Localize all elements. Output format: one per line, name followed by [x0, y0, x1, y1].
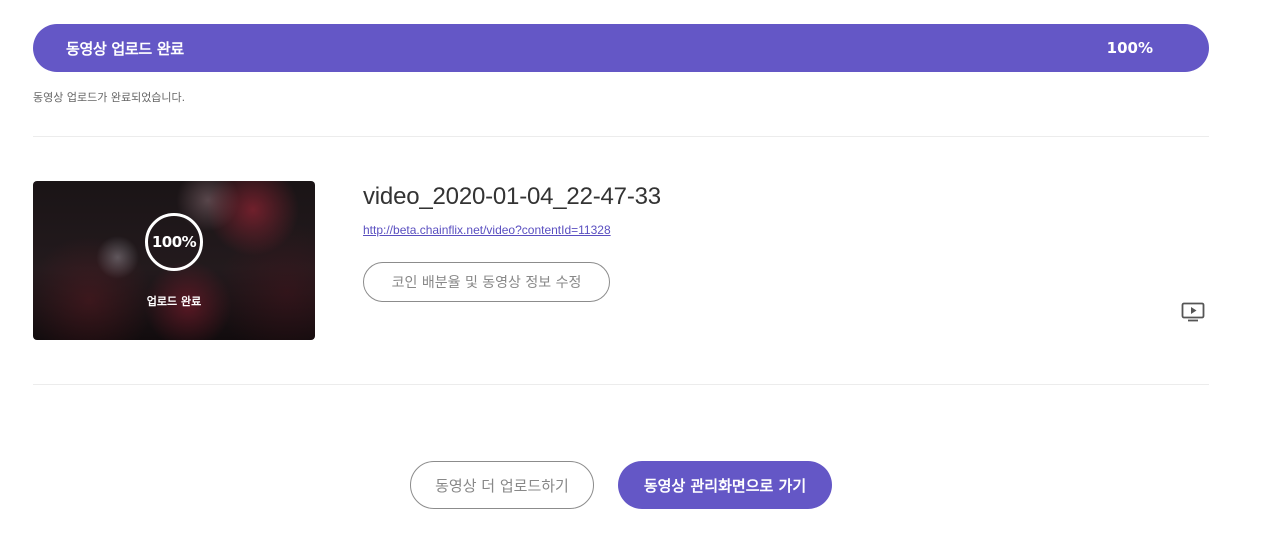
edit-video-info-button[interactable]: 코인 배분율 및 동영상 정보 수정 — [363, 262, 610, 302]
video-title: video_2020-01-04_22-47-33 — [363, 183, 661, 210]
video-link[interactable]: http://beta.chainflix.net/video?contentI… — [363, 223, 611, 237]
thumbnail-percent: 100% — [151, 233, 197, 251]
upload-status-message: 동영상 업로드가 완료되었습니다. — [33, 91, 186, 104]
video-player-icon[interactable] — [1181, 302, 1205, 322]
video-thumbnail[interactable]: 100% 업로드 완료 — [33, 181, 315, 340]
thumbnail-progress-ring: 100% — [145, 213, 203, 271]
progress-title: 동영상 업로드 완료 — [66, 39, 184, 58]
play-screen-icon — [1181, 302, 1205, 322]
thumbnail-status-label: 업로드 완료 — [146, 295, 202, 308]
upload-progress-bar: 동영상 업로드 완료 100% — [33, 24, 1209, 72]
upload-more-button[interactable]: 동영상 더 업로드하기 — [410, 461, 594, 509]
divider-top — [33, 136, 1209, 137]
go-manage-button[interactable]: 동영상 관리화면으로 가기 — [618, 461, 832, 509]
progress-percent: 100% — [1106, 39, 1153, 57]
divider-bottom — [33, 384, 1209, 385]
